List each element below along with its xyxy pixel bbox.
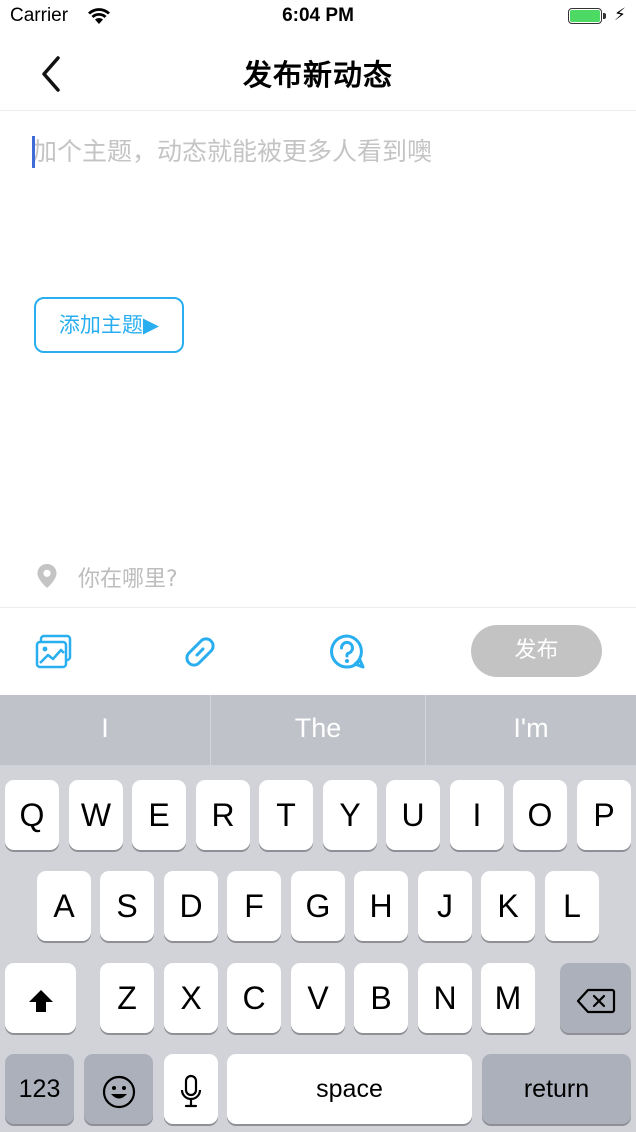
key-r[interactable]: R (196, 780, 250, 850)
publish-button[interactable]: 发布 (471, 625, 602, 677)
numbers-key[interactable]: 123 (5, 1054, 74, 1124)
emoji-icon (102, 1075, 135, 1108)
key-p[interactable]: P (577, 780, 631, 850)
delete-key[interactable] (560, 963, 631, 1033)
key-v[interactable]: V (291, 963, 345, 1033)
page-title: 发布新动态 (242, 58, 393, 92)
key-d[interactable]: D (164, 871, 218, 941)
text-caret (32, 136, 35, 168)
key-e[interactable]: E (132, 780, 186, 850)
status-time: 6:04 PM (282, 5, 354, 26)
charging-bolt-icon: ⚡ (614, 5, 626, 25)
key-f[interactable]: F (227, 871, 281, 941)
suggestion-item[interactable]: The (211, 695, 425, 765)
key-g[interactable]: G (291, 871, 345, 941)
question-icon[interactable] (328, 633, 366, 671)
location-prompt[interactable]: 你在哪里? (78, 561, 178, 593)
return-key[interactable]: return (482, 1054, 631, 1124)
link-icon[interactable] (181, 633, 219, 671)
key-o[interactable]: O (513, 780, 567, 850)
key-s[interactable]: S (100, 871, 154, 941)
suggestion-item[interactable]: I'm (426, 695, 636, 765)
key-m[interactable]: M (481, 963, 535, 1033)
key-j[interactable]: J (418, 871, 472, 941)
shift-arrow-icon (28, 989, 53, 1012)
space-key[interactable]: space (227, 1054, 472, 1124)
key-u[interactable]: U (386, 780, 440, 850)
key-t[interactable]: T (259, 780, 313, 850)
key-q[interactable]: Q (5, 780, 59, 850)
backspace-icon (576, 988, 615, 1013)
add-topic-button[interactable]: 添加主题▶ (34, 297, 184, 353)
battery-icon (568, 8, 606, 26)
shift-key[interactable] (5, 963, 76, 1033)
key-w[interactable]: W (69, 780, 123, 850)
post-content-input[interactable] (32, 132, 602, 272)
key-x[interactable]: X (164, 963, 218, 1033)
emoji-key[interactable] (84, 1054, 153, 1124)
key-n[interactable]: N (418, 963, 472, 1033)
suggestion-item[interactable]: I (0, 695, 210, 765)
microphone-icon (180, 1074, 202, 1107)
key-z[interactable]: Z (100, 963, 154, 1033)
dictation-key[interactable] (164, 1054, 218, 1124)
location-pin-icon[interactable] (36, 563, 58, 589)
image-icon[interactable] (35, 634, 73, 670)
key-i[interactable]: I (450, 780, 504, 850)
key-k[interactable]: K (481, 871, 535, 941)
key-y[interactable]: Y (323, 780, 377, 850)
key-a[interactable]: A (37, 871, 91, 941)
key-h[interactable]: H (354, 871, 408, 941)
key-b[interactable]: B (354, 963, 408, 1033)
key-c[interactable]: C (227, 963, 281, 1033)
key-l[interactable]: L (545, 871, 599, 941)
